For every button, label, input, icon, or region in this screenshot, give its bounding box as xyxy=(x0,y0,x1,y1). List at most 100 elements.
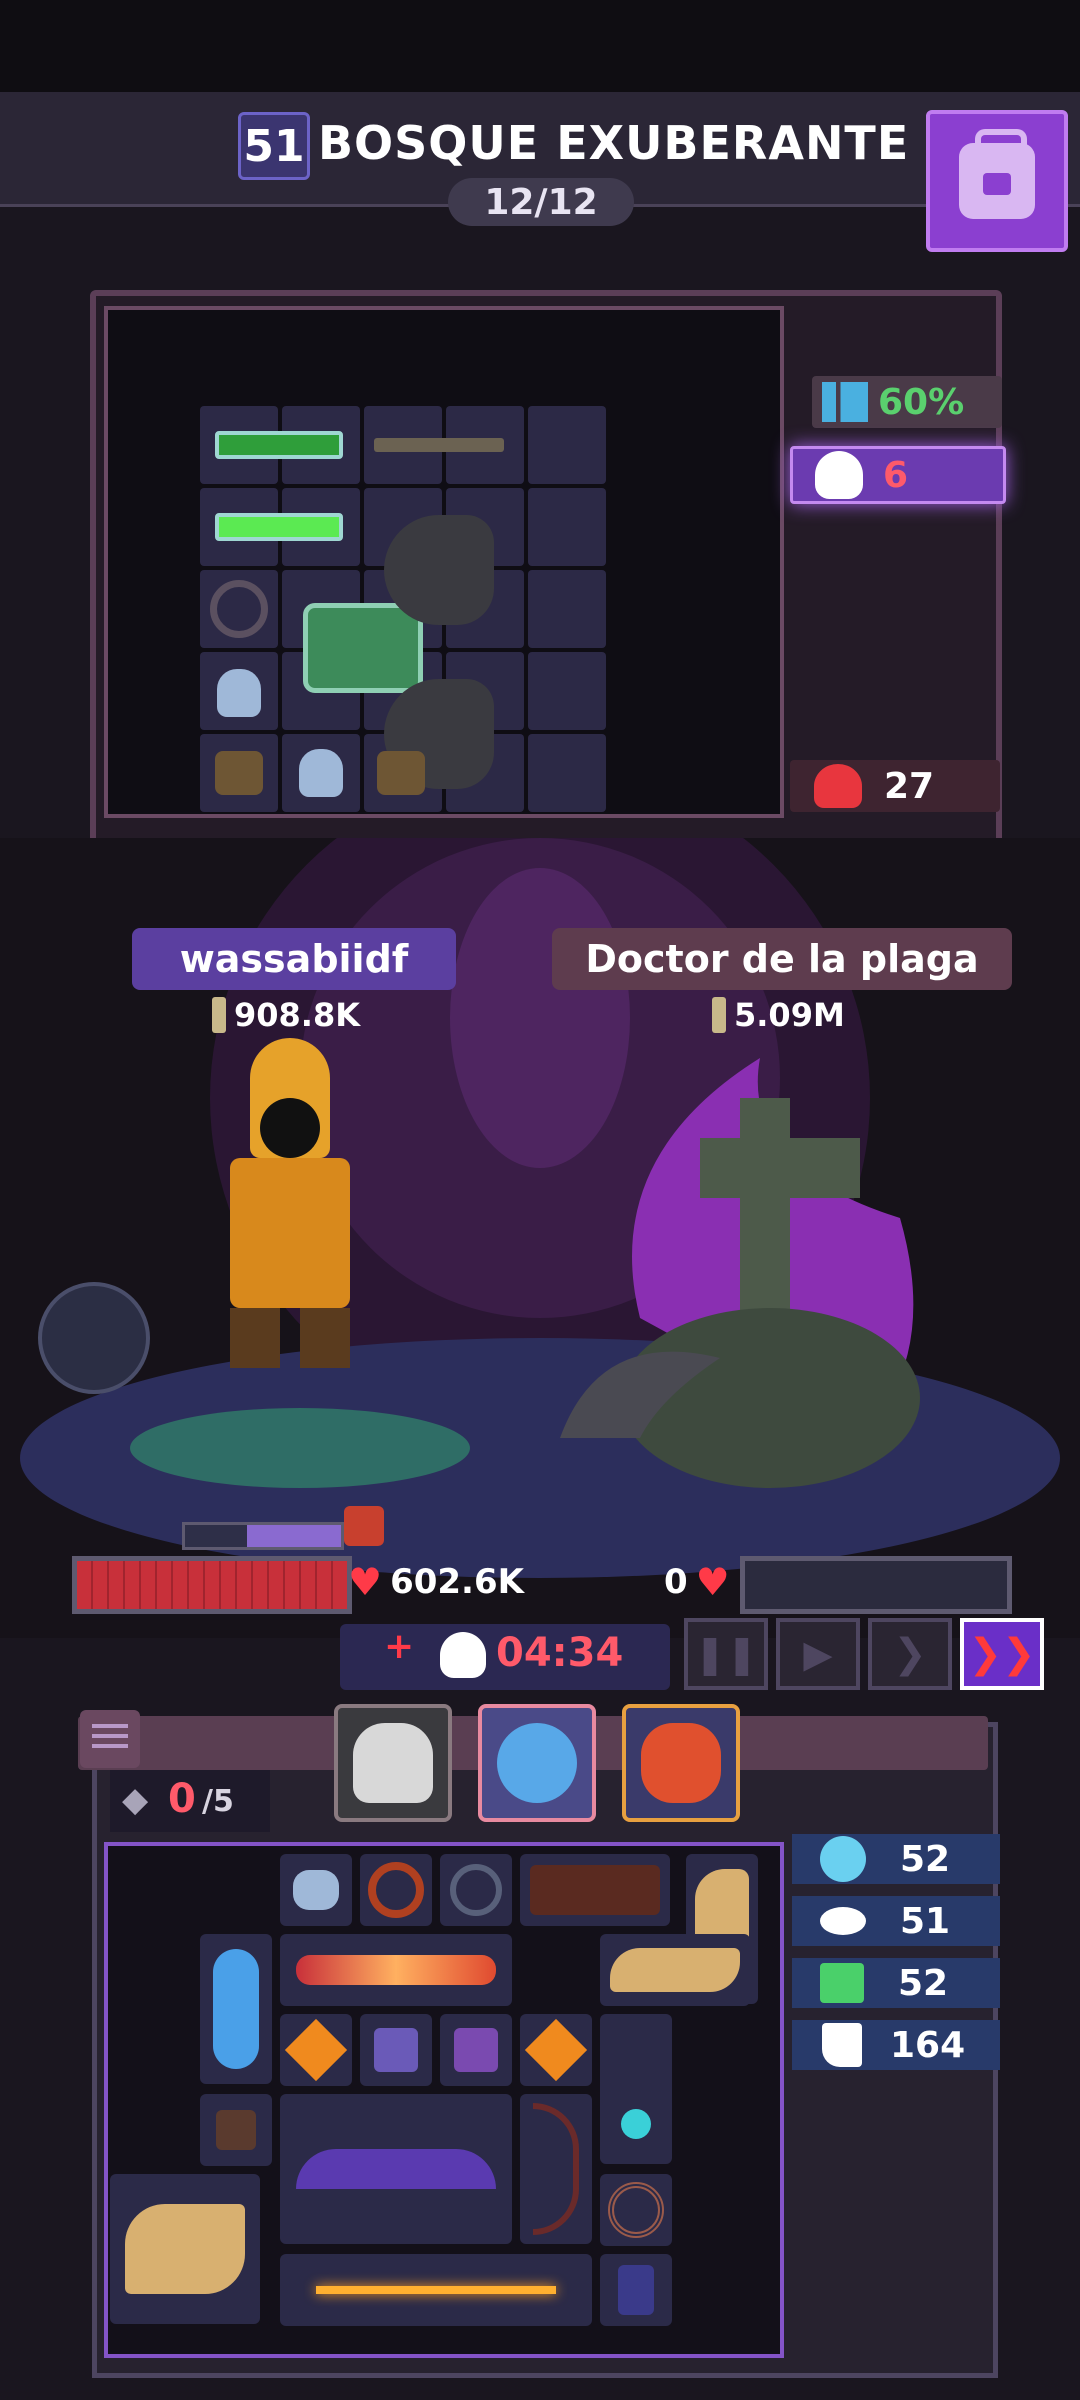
skull-icon xyxy=(440,1632,486,1678)
enemy-hp-value: 0 xyxy=(664,1562,688,1602)
syringe-item-icon[interactable] xyxy=(204,496,354,558)
backpack-button[interactable] xyxy=(926,110,1068,252)
gem-max: /5 xyxy=(202,1784,234,1819)
fox-avatar-icon xyxy=(641,1723,721,1803)
necklace-item-icon[interactable] xyxy=(600,2014,672,2164)
enemy-power-value: 5.09M xyxy=(734,996,845,1034)
hero-tab-blue[interactable] xyxy=(478,1704,596,1822)
enemy-name-badge: Doctor de la plaga xyxy=(552,928,1012,990)
pause-button[interactable]: ❚❚ xyxy=(684,1618,768,1690)
wolf-avatar-icon xyxy=(353,1723,433,1803)
spark-item-icon[interactable] xyxy=(360,2014,432,2086)
stat-bars: 60% xyxy=(812,376,1002,428)
wing-item-icon[interactable] xyxy=(110,2174,260,2324)
zone-title: BOSQUE EXUBERANTE xyxy=(318,116,910,170)
stat-value: 164 xyxy=(890,2024,966,2066)
ring-item-icon[interactable] xyxy=(360,1854,432,1926)
stat-rage: 27 xyxy=(790,760,1000,812)
speed-2x-button[interactable]: ❯ xyxy=(868,1618,952,1690)
crossbow-item-icon[interactable] xyxy=(280,2094,512,2244)
pause-icon: ❚❚ xyxy=(694,1632,758,1676)
potion-item-icon[interactable] xyxy=(280,1854,352,1926)
dagger-item-icon[interactable] xyxy=(600,2254,672,2326)
plague-mask-item-icon[interactable] xyxy=(364,490,514,650)
target-item-icon[interactable] xyxy=(600,2174,672,2246)
battle-timer: 04:34 xyxy=(496,1630,624,1676)
bow-item-icon[interactable] xyxy=(520,2094,592,2244)
chevron-right-icon: ❯ xyxy=(893,1631,927,1677)
plus-indicator: + xyxy=(384,1626,415,1667)
rage-icon xyxy=(814,764,862,808)
player-item-grid xyxy=(104,1842,784,2358)
status-bar-area xyxy=(0,0,1080,92)
hero-tab-wolf[interactable] xyxy=(334,1704,452,1822)
player-hp-value: 602.6K xyxy=(390,1562,524,1602)
stat-skull: 6 xyxy=(790,446,1006,504)
ice-crystal-item-icon[interactable] xyxy=(200,1934,272,2084)
double-chevron-icon: ❯❯ xyxy=(968,1631,1036,1677)
boot-item-icon[interactable] xyxy=(200,2094,272,2166)
stat-eye: 51 xyxy=(792,1896,1000,1946)
player-mana-bar xyxy=(182,1522,344,1550)
battle-scene: wassabiidf 908.8K Doctor de la plaga 5.0… xyxy=(0,838,1080,1638)
backpack-icon xyxy=(959,129,1035,219)
bars-icon xyxy=(822,382,868,422)
longbow-item-icon[interactable] xyxy=(280,2254,592,2326)
player-character xyxy=(150,1038,450,1368)
player-name: wassabiidf xyxy=(179,937,409,981)
amulet-item-icon[interactable] xyxy=(440,1854,512,1926)
wave-counter-text: 12/12 xyxy=(484,181,598,223)
fire-arrow-item-icon[interactable] xyxy=(280,1934,512,2006)
gem-count: 0 xyxy=(168,1776,196,1822)
pouch-item-icon[interactable] xyxy=(366,740,436,806)
enemy-item-grid xyxy=(104,306,784,818)
heart-icon: ♥ xyxy=(348,1560,383,1604)
chest-item-icon[interactable] xyxy=(520,1854,670,1926)
gem-item-icon[interactable] xyxy=(280,2014,352,2086)
stat-value: 52 xyxy=(898,1962,949,2004)
enemy-name: Doctor de la plaga xyxy=(585,937,979,981)
list-icon xyxy=(92,1724,128,1728)
orb-icon xyxy=(820,1836,866,1882)
stat-value: 52 xyxy=(900,1838,951,1880)
burn-status-icon xyxy=(344,1506,384,1546)
speed-3x-button[interactable]: ❯❯ xyxy=(960,1618,1044,1690)
player-power-value: 908.8K xyxy=(234,996,361,1034)
ring-item-icon[interactable] xyxy=(204,576,274,642)
potion-item-icon[interactable] xyxy=(204,660,274,726)
play-button[interactable]: ▶ xyxy=(776,1618,860,1690)
stat-scroll: 52 xyxy=(792,1958,1000,2008)
wing-item-icon[interactable] xyxy=(600,1934,750,2006)
level-badge: 51 xyxy=(238,112,310,180)
enemy-power: 5.09M xyxy=(712,996,845,1034)
blue-hero-avatar-icon xyxy=(497,1723,577,1803)
pouch-item-icon[interactable] xyxy=(204,740,274,806)
hero-tab-fox[interactable] xyxy=(622,1704,740,1822)
rune-item-icon[interactable] xyxy=(440,2014,512,2086)
player-name-badge: wassabiidf xyxy=(132,928,456,990)
boot-icon xyxy=(822,2023,862,2067)
stat-value: 51 xyxy=(900,1900,951,1942)
heart-icon: ♥ xyxy=(695,1560,730,1604)
player-hp: ♥ 602.6K xyxy=(348,1560,524,1604)
player-hp-bar xyxy=(72,1556,352,1614)
grid-cell xyxy=(528,734,606,812)
enemy-hp-bar xyxy=(740,1556,1012,1614)
grid-cell xyxy=(528,570,606,648)
menu-list-button[interactable] xyxy=(80,1710,140,1768)
stat-orb: 52 xyxy=(792,1834,1000,1884)
grid-cell xyxy=(528,652,606,730)
potion-item-icon[interactable] xyxy=(286,740,356,806)
syringe-item-icon[interactable] xyxy=(204,414,354,476)
play-icon: ▶ xyxy=(803,1632,833,1676)
sword-icon xyxy=(712,997,726,1033)
pet-companion-icon[interactable] xyxy=(38,1282,150,1394)
dagger-item-icon[interactable] xyxy=(364,414,514,476)
eye-icon xyxy=(820,1907,866,1935)
grid-cell xyxy=(528,488,606,566)
gem-item-icon[interactable] xyxy=(520,2014,592,2086)
diamond-icon: ◆ xyxy=(122,1780,149,1820)
player-power: 908.8K xyxy=(212,996,360,1034)
stat-boot: 164 xyxy=(792,2020,1000,2070)
stat-value: 60% xyxy=(878,381,965,423)
